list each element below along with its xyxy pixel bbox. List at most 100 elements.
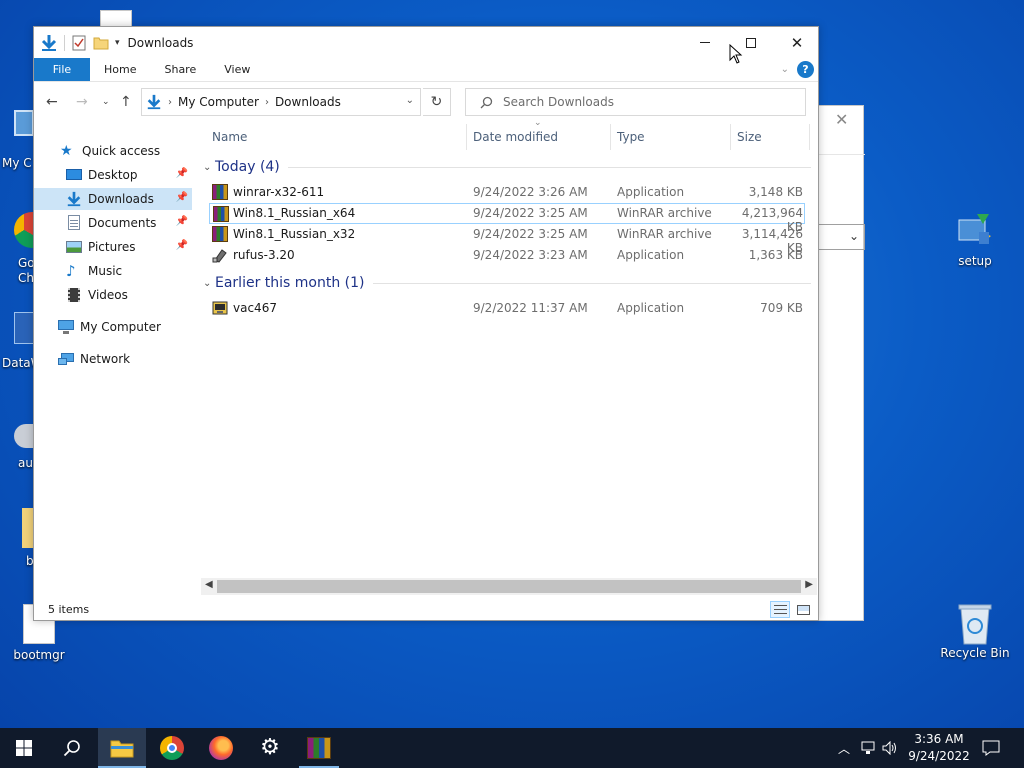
customize-toolbar-icon[interactable]: ▾ [115,38,120,48]
divider[interactable] [730,124,731,150]
large-icons-view-button[interactable] [793,601,813,618]
column-header-date-modified[interactable]: Date modified [473,122,558,152]
pin-icon[interactable]: 📌 [176,240,188,251]
document-icon [66,215,82,231]
nav-documents[interactable]: Documents 📌 [34,212,192,234]
group-header-earlier-this-month[interactable]: ⌄ Earlier this month (1) [201,272,813,294]
tab-view[interactable]: View [210,58,264,81]
divider [372,282,811,284]
file-name: rufus-3.20 [233,248,295,262]
address-bar[interactable]: › My Computer › Downloads ⌄ [141,88,421,116]
divider[interactable] [610,124,611,150]
new-folder-icon[interactable] [93,35,109,51]
group-header-today[interactable]: ⌄ Today (4) [201,156,813,178]
winrar-icon [213,206,229,222]
file-explorer-window[interactable]: ▾ Downloads ✕ File Home Share View ⌄ ? ←… [33,26,819,621]
forward-arrow-icon[interactable]: → [76,94,88,110]
divider [64,34,65,51]
quick-access-toolbar: ▾ [34,34,120,52]
download-arrow-icon [41,34,57,51]
chevron-down-icon[interactable]: ⌄ [201,278,215,289]
recent-locations-icon[interactable]: ⌄ [102,97,110,107]
chevron-right-icon[interactable]: › [168,97,172,108]
nav-network[interactable]: Network [34,348,192,370]
divider[interactable] [466,124,467,150]
tab-file[interactable]: File [34,58,90,81]
breadcrumb-downloads[interactable]: Downloads [275,95,341,109]
start-button[interactable] [0,728,48,768]
taskbar-chrome[interactable] [148,728,196,768]
column-header-type[interactable]: Type [617,122,645,152]
chevron-down-icon[interactable]: ⌄ [201,162,215,173]
nav-item-label: Network [80,352,131,366]
table-row[interactable]: winrar-x32-611 9/24/2022 3:26 AM Applica… [209,182,805,203]
close-icon[interactable]: ✕ [835,110,848,129]
desktop-icon-my-computer[interactable]: My C [0,104,34,174]
taskbar-file-explorer[interactable] [98,728,146,768]
details-view-button[interactable] [770,601,790,618]
desktop-icon-google-chrome[interactable]: Go Ch [0,208,35,288]
nav-item-label: Documents [88,216,157,230]
table-row[interactable]: rufus-3.20 9/24/2022 3:23 AM Application… [209,245,805,266]
pin-icon[interactable]: 📌 [176,192,188,203]
search-button[interactable] [48,728,96,768]
ribbon-tabs: File Home Share View ⌄ ? [34,58,818,82]
dropdown-combobox[interactable]: ⌄ [813,224,865,250]
column-header-name[interactable]: Name [212,122,247,152]
pin-icon[interactable]: 📌 [176,216,188,227]
nav-music[interactable]: ♪ Music [34,260,192,282]
desktop-icon-auto[interactable]: au [0,416,34,472]
scroll-right-icon[interactable]: ▶ [805,579,813,590]
search-box[interactable]: Search Downloads [465,88,806,116]
search-input[interactable]: Search Downloads [503,95,614,109]
minimize-button[interactable] [682,27,728,58]
desktop-icon-recycle-bin[interactable]: Recycle Bin [937,602,1013,660]
desktop-icon-label: bootmgr [13,648,65,662]
file-type: WinRAR archive [617,206,712,220]
table-row[interactable]: Win8.1_Russian_x32 9/24/2022 3:25 AM Win… [209,224,805,255]
refresh-button[interactable]: ↻ [423,88,451,116]
chevron-up-icon[interactable]: ︿ [838,740,850,757]
breadcrumb-my-computer[interactable]: My Computer [178,95,259,109]
nav-desktop[interactable]: Desktop 📌 [34,164,192,186]
divider[interactable] [809,124,810,150]
nav-downloads[interactable]: Downloads 📌 [34,188,192,210]
help-icon[interactable]: ? [797,61,814,78]
network-icon[interactable] [860,741,876,755]
chevron-right-icon[interactable]: › [265,97,269,108]
taskbar-winrar[interactable] [295,728,343,768]
volume-icon[interactable] [882,741,898,755]
desktop-icon-dataw[interactable]: DataW [0,306,43,372]
chevron-down-icon[interactable]: ⌄ [406,95,414,106]
title-bar[interactable]: ▾ Downloads ✕ [34,27,818,58]
back-arrow-icon[interactable]: ← [46,94,58,110]
nav-videos[interactable]: Videos [34,284,192,306]
scroll-left-icon[interactable]: ◀ [205,579,213,590]
nav-my-computer[interactable]: My Computer [34,316,192,338]
star-icon: ★ [60,143,73,159]
pin-icon[interactable]: 📌 [176,168,188,179]
up-arrow-icon[interactable]: ↑ [120,94,132,110]
properties-icon[interactable] [71,35,87,51]
tab-home[interactable]: Home [90,58,150,81]
table-row[interactable]: vac467 9/2/2022 11:37 AM Application 709… [209,298,805,319]
file-name: Win8.1_Russian_x32 [233,227,356,241]
scrollbar-thumb[interactable] [217,580,801,593]
table-row[interactable]: Win8.1_Russian_x64 9/24/2022 3:25 AM Win… [209,203,805,234]
nav-pictures[interactable]: Pictures 📌 [34,236,192,258]
taskbar-clock[interactable]: 3:36 AM 9/24/2022 [905,731,973,765]
taskbar-firefox[interactable] [197,728,245,768]
tab-share[interactable]: Share [150,58,210,81]
taskbar-settings[interactable]: ⚙ [246,728,294,768]
expand-ribbon-icon[interactable]: ⌄ [781,64,789,75]
close-button[interactable]: ✕ [774,27,820,58]
picture-icon [66,239,82,255]
horizontal-scrollbar[interactable]: ◀ ▶ [201,578,817,595]
desktop-file-icon-peek[interactable] [100,10,132,26]
column-header-size[interactable]: Size [737,122,762,152]
file-type: Application [617,185,685,199]
desktop-icon-b[interactable]: b [0,504,34,568]
action-center-button[interactable] [968,728,1014,768]
desktop-icon-setup[interactable]: setup [937,210,1013,268]
nav-quick-access[interactable]: ★ Quick access [34,140,192,162]
